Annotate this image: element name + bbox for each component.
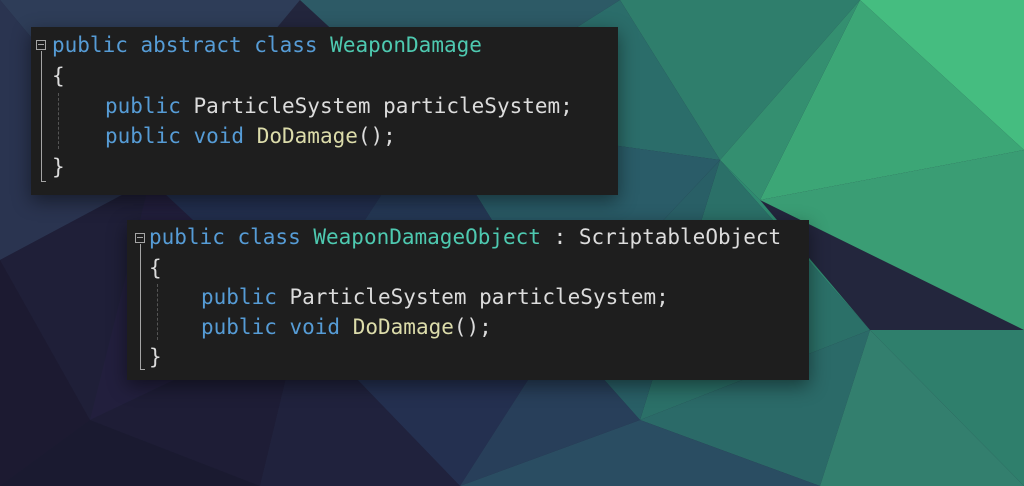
- code-snippet-weapondamage: public abstract class WeaponDamage { pub…: [31, 27, 618, 195]
- keyword: public: [105, 94, 181, 118]
- fold-guide-line: [140, 244, 141, 369]
- fold-guide-end: [41, 181, 46, 182]
- collapse-icon[interactable]: [36, 40, 46, 50]
- field-declaration-line: public ParticleSystem particleSystem;: [105, 91, 573, 121]
- keyword: public void: [201, 315, 341, 339]
- class-declaration-line: public class WeaponDamageObject : Script…: [149, 222, 781, 252]
- method-parens: ();: [453, 315, 492, 339]
- method-declaration-line: public void DoDamage();: [105, 121, 396, 151]
- class-name: WeaponDamage: [330, 33, 482, 57]
- keyword: public abstract class: [52, 33, 318, 57]
- fold-guide-line: [41, 51, 42, 181]
- class-name: WeaponDamageObject: [313, 225, 541, 249]
- close-brace-line: }: [149, 345, 162, 369]
- method-declaration-line: public void DoDamage();: [201, 312, 492, 342]
- collapse-icon[interactable]: [135, 233, 145, 243]
- field-declaration-line: public ParticleSystem particleSystem;: [201, 282, 669, 312]
- class-declaration-line: public abstract class WeaponDamage: [52, 30, 482, 60]
- open-brace-line: {: [149, 256, 162, 280]
- method-name: DoDamage: [352, 315, 454, 339]
- indent-guide: [58, 93, 59, 149]
- code-snippet-weapondamageobject: public class WeaponDamageObject : Script…: [127, 220, 809, 380]
- field-text: ParticleSystem particleSystem;: [193, 94, 573, 118]
- keyword: public: [201, 285, 277, 309]
- keyword: public void: [105, 124, 245, 148]
- close-brace-line: }: [52, 155, 65, 179]
- fold-guide-end: [140, 369, 145, 370]
- indent-guide: [157, 284, 158, 340]
- method-parens: ();: [357, 124, 396, 148]
- open-brace-line: {: [52, 64, 65, 88]
- field-text: ParticleSystem particleSystem;: [289, 285, 669, 309]
- method-name: DoDamage: [256, 124, 358, 148]
- keyword: public class: [149, 225, 301, 249]
- base-class: : ScriptableObject: [553, 225, 782, 249]
